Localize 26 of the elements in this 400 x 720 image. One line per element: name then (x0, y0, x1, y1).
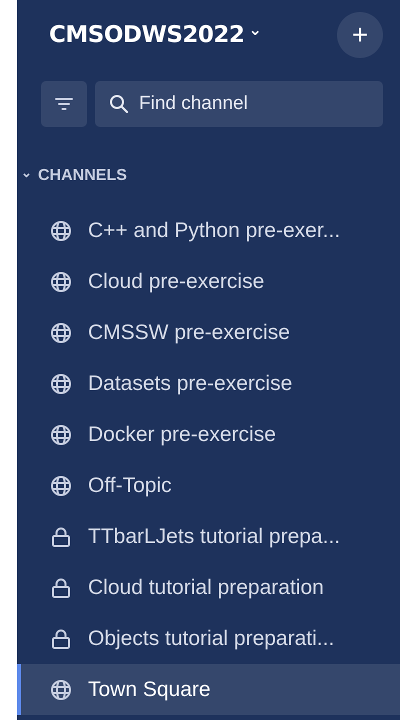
channel-item[interactable]: Cloud tutorial preparation (17, 562, 400, 613)
filter-button[interactable] (41, 81, 87, 127)
channel-item[interactable]: Off-Topic (17, 460, 400, 511)
globe-icon (50, 424, 72, 446)
globe-icon (50, 678, 72, 700)
lock-icon (50, 526, 72, 548)
globe-icon (50, 270, 72, 292)
channel-item[interactable]: Datasets pre-exercise (17, 358, 400, 409)
filter-icon (55, 97, 73, 111)
search-field[interactable]: Find channel (95, 81, 383, 127)
lock-icon (50, 628, 72, 650)
lock-icon (50, 576, 72, 598)
channel-item[interactable]: Objects tutorial preparati... (17, 613, 400, 664)
channel-item[interactable]: CMSSW pre-exercise (17, 307, 400, 358)
channel-item[interactable]: Town Square (17, 664, 400, 715)
channels-section-header[interactable]: ⌄ CHANNELS (17, 127, 400, 205)
channel-item[interactable]: C++ and Python pre-exer... (17, 205, 400, 256)
team-menu-button[interactable]: CMSODWS2022 ⌄ (49, 22, 262, 48)
channel-item[interactable]: Cloud pre-exercise (17, 256, 400, 307)
globe-icon (50, 220, 72, 242)
globe-icon (50, 474, 72, 496)
channel-item[interactable]: TTbarLJets tutorial prepa... (17, 511, 400, 562)
channel-item[interactable]: Docker pre-exercise (17, 409, 400, 460)
globe-icon (50, 322, 72, 344)
globe-icon (50, 372, 72, 394)
add-button[interactable]: + (337, 12, 383, 58)
